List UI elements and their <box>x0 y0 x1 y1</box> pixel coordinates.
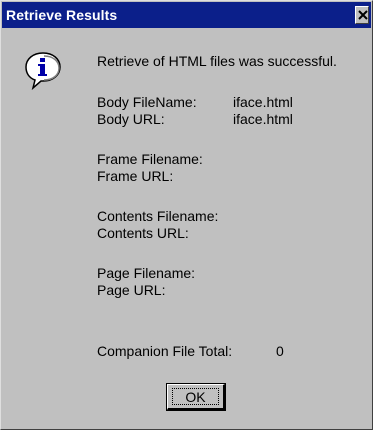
contents-url-label: Contents URL: <box>97 225 189 241</box>
title-bar[interactable]: Retrieve Results <box>2 2 371 28</box>
contents-filename-label: Contents Filename: <box>97 208 219 224</box>
ok-button-label: OK <box>172 388 219 405</box>
frame-url-label: Frame URL: <box>97 168 174 184</box>
information-icon <box>23 50 63 95</box>
frame-filename-label: Frame Filename: <box>97 151 203 167</box>
page-url-label: Page URL: <box>97 282 166 298</box>
status-message: Retrieve of HTML files was successful. <box>97 53 337 69</box>
body-filename-value: iface.html <box>233 94 293 110</box>
close-icon <box>358 10 368 20</box>
body-url-value: iface.html <box>233 111 293 127</box>
ok-button[interactable]: OK <box>166 383 226 411</box>
body-filename-label: Body FileName: <box>97 94 197 110</box>
close-button[interactable] <box>355 6 369 24</box>
body-url-label: Body URL: <box>97 111 165 127</box>
window-title: Retrieve Results <box>6 7 118 23</box>
companion-total-label: Companion File Total: <box>97 343 233 359</box>
page-filename-label: Page Filename: <box>97 265 196 281</box>
retrieve-results-dialog: Retrieve Results Retrieve of HTML files … <box>0 0 373 430</box>
companion-total-value: 0 <box>276 343 284 359</box>
